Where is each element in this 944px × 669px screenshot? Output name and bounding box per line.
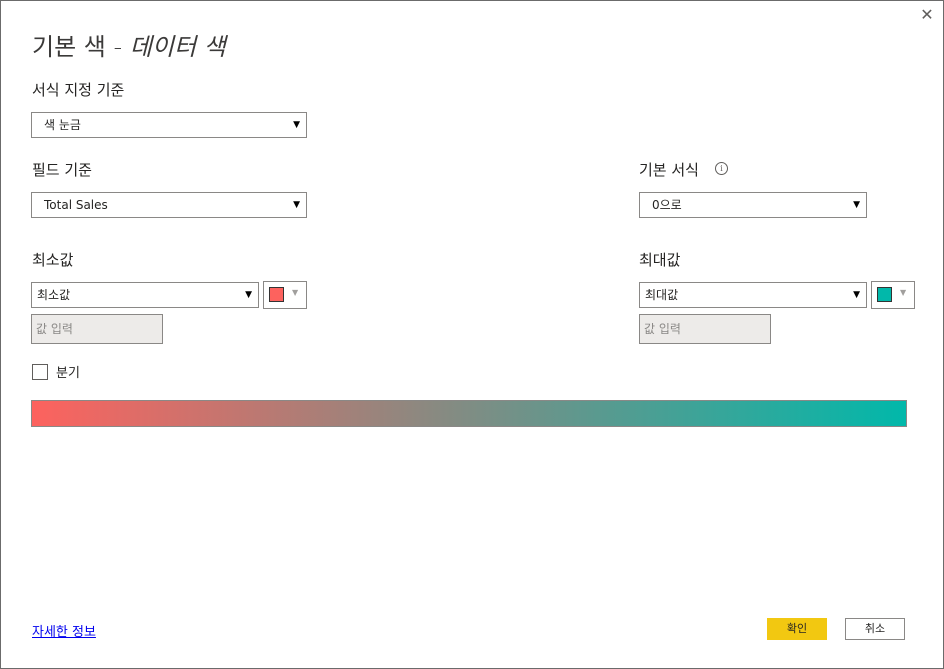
minimum-select[interactable]: 최소값 ▼ bbox=[31, 282, 259, 308]
format-by-select[interactable]: 색 눈금 ▼ bbox=[31, 112, 307, 138]
caret-down-icon: ▼ bbox=[292, 288, 299, 297]
maximum-color-picker[interactable]: ▼ bbox=[871, 281, 915, 309]
cancel-button[interactable]: 취소 bbox=[845, 618, 905, 640]
close-icon[interactable]: ✕ bbox=[918, 6, 936, 24]
default-format-label: 기본 서식 bbox=[639, 161, 699, 179]
chevron-down-icon: ▼ bbox=[293, 200, 300, 210]
chevron-down-icon: ▼ bbox=[245, 290, 252, 300]
ok-button[interactable]: 확인 bbox=[767, 618, 827, 640]
color-scale-gradient-preview bbox=[31, 400, 907, 427]
default-format-select[interactable]: 0으로 ▼ bbox=[639, 192, 867, 218]
minimum-label: 최소값 bbox=[32, 251, 74, 269]
minimum-value-input[interactable]: 값 입력 bbox=[31, 314, 163, 344]
info-icon[interactable]: i bbox=[715, 162, 728, 175]
based-on-field-label: 필드 기준 bbox=[32, 161, 92, 179]
based-on-field-select[interactable]: Total Sales ▼ bbox=[31, 192, 307, 218]
learn-more-link[interactable]: 자세한 정보 bbox=[32, 621, 96, 640]
format-by-value: 색 눈금 bbox=[44, 118, 81, 132]
default-color-dialog: ✕ 기본 색 - 데이터 색 서식 지정 기준 색 눈금 ▼ 필드 기준 Tot… bbox=[0, 0, 944, 669]
diverging-checkbox[interactable] bbox=[32, 364, 48, 380]
chevron-down-icon: ▼ bbox=[293, 120, 300, 130]
dialog-title-main: 기본 색 - bbox=[32, 33, 130, 61]
maximum-input-placeholder: 값 입력 bbox=[644, 322, 681, 336]
dialog-title: 기본 색 - 데이터 색 bbox=[32, 27, 226, 62]
minimum-input-placeholder: 값 입력 bbox=[36, 322, 73, 336]
caret-down-icon: ▼ bbox=[900, 288, 907, 297]
default-format-value: 0으로 bbox=[652, 198, 682, 212]
diverging-label: 분기 bbox=[56, 366, 80, 381]
based-on-field-value: Total Sales bbox=[44, 198, 108, 212]
format-by-label: 서식 지정 기준 bbox=[32, 81, 125, 99]
minimum-select-value: 최소값 bbox=[37, 288, 71, 302]
chevron-down-icon: ▼ bbox=[853, 290, 860, 300]
chevron-down-icon: ▼ bbox=[853, 200, 860, 210]
maximum-select-value: 최대값 bbox=[645, 288, 679, 302]
maximum-value-input[interactable]: 값 입력 bbox=[639, 314, 771, 344]
maximum-select[interactable]: 최대값 ▼ bbox=[639, 282, 867, 308]
maximum-color-swatch bbox=[877, 287, 892, 302]
minimum-color-swatch bbox=[269, 287, 284, 302]
maximum-label: 최대값 bbox=[639, 251, 681, 269]
minimum-color-picker[interactable]: ▼ bbox=[263, 281, 307, 309]
dialog-title-sub: 데이터 색 bbox=[129, 33, 226, 61]
